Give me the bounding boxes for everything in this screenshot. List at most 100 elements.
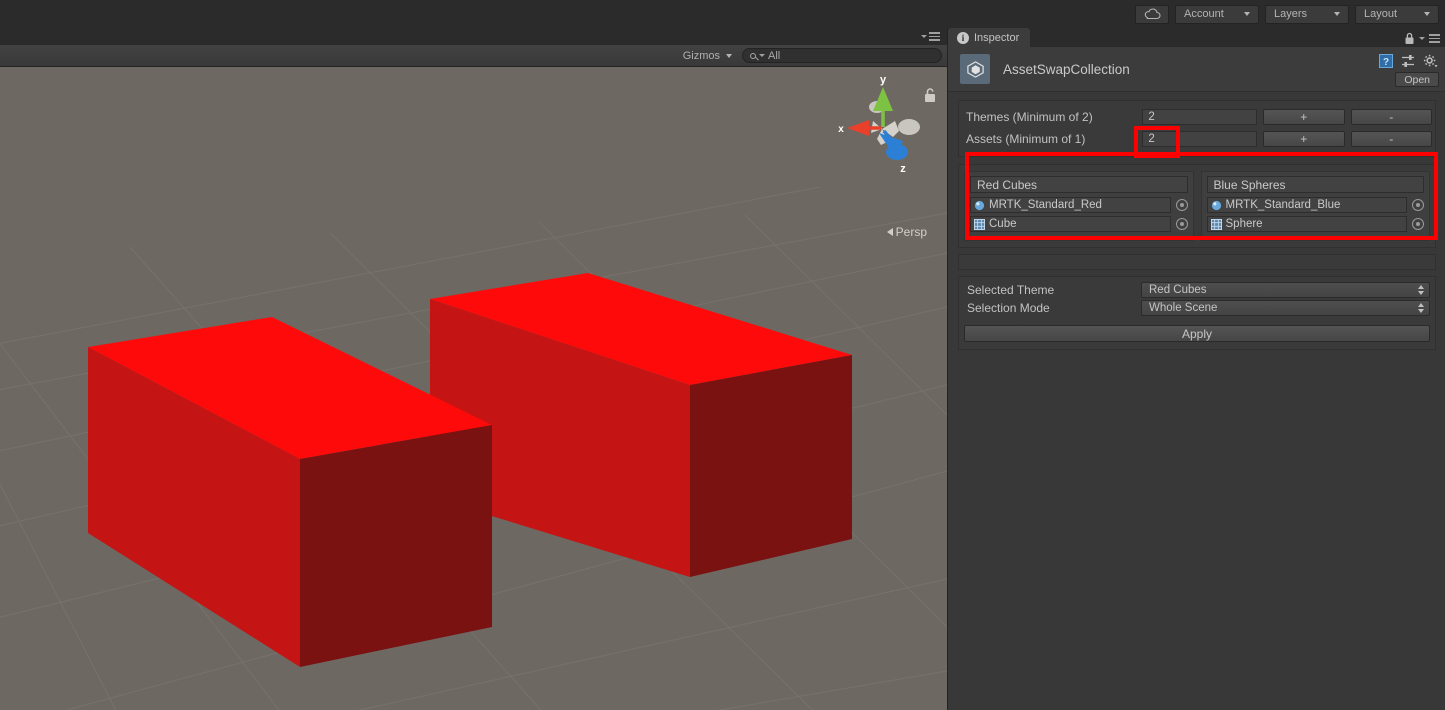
scene-orientation-gizmo[interactable]: y x z (837, 71, 927, 181)
assets-remove-button[interactable]: - (1350, 131, 1432, 147)
layout-button[interactable]: Layout (1355, 4, 1439, 24)
asset-row: Cube (970, 216, 1188, 232)
scene-view-panel: Gizmos All y x z Persp (0, 28, 947, 710)
page-title: AssetSwapCollection (1003, 61, 1130, 77)
chevron-down-icon (921, 34, 927, 38)
unity-editor-window: Account Layers Layout Gizmos All y x z P… (0, 0, 1445, 710)
gizmo-z-label: z (900, 163, 906, 175)
chevron-down-icon (1244, 12, 1250, 16)
info-icon: i (957, 31, 969, 44)
asset-object-value: MRTK_Standard_Red (989, 199, 1102, 211)
object-picker-icon[interactable] (1412, 218, 1424, 230)
assets-add-button[interactable]: + (1263, 131, 1345, 147)
asset-object-field[interactable]: MRTK_Standard_Blue (1206, 197, 1407, 213)
section-divider (958, 254, 1436, 270)
scene-viewport[interactable]: y x z Persp (0, 67, 947, 710)
scene-view-toolbar: Gizmos All (0, 45, 947, 67)
selection-mode-row: Selection Mode Whole Scene (964, 299, 1430, 317)
theme-name-input[interactable]: Red Cubes (970, 176, 1188, 193)
padlock-icon[interactable] (1404, 32, 1415, 45)
inspector-header: AssetSwapCollection ? Open (948, 47, 1445, 92)
hamburger-menu-icon[interactable] (1429, 34, 1440, 43)
chevron-down-icon (1424, 12, 1430, 16)
account-label: Account (1184, 8, 1224, 20)
asset-object-field[interactable]: Cube (970, 216, 1171, 232)
help-book-icon[interactable]: ? (1379, 54, 1393, 68)
gizmo-y-label: y (880, 74, 887, 86)
asset-object-field[interactable]: Sphere (1206, 216, 1407, 232)
material-sphere-icon (974, 200, 985, 210)
tab-inspector[interactable]: i Inspector (948, 28, 1031, 47)
chevron-down-icon (726, 53, 732, 58)
chevron-left-icon (886, 228, 893, 236)
inspector-tab-controls (1404, 32, 1440, 45)
chevron-down-icon (1334, 12, 1340, 16)
theme-column-blue-spheres: Blue Spheres MRTK_Standard_Blue Sphere (1200, 171, 1430, 241)
selection-mode-dropdown[interactable]: Whole Scene (1141, 300, 1430, 316)
themes-add-button[interactable]: + (1263, 109, 1345, 125)
themes-section: Red Cubes MRTK_Standard_Red Cube Blue Sp… (958, 164, 1436, 248)
gizmos-label: Gizmos (682, 49, 720, 62)
search-icon (750, 52, 756, 59)
settings-section: Selected Theme Red Cubes Selection Mode … (958, 276, 1436, 350)
themes-remove-button[interactable]: - (1350, 109, 1432, 125)
layers-label: Layers (1274, 8, 1308, 20)
layers-button[interactable]: Layers (1265, 4, 1349, 24)
cloud-button[interactable] (1135, 4, 1169, 24)
asset-object-value: MRTK_Standard_Blue (1225, 199, 1341, 211)
selected-theme-dropdown[interactable]: Red Cubes (1141, 282, 1430, 298)
scene-panel-menu-button[interactable] (921, 32, 940, 41)
settings-gear-icon[interactable] (1423, 54, 1438, 68)
projection-label: Persp (895, 225, 927, 239)
assets-count-input[interactable]: 2 (1142, 131, 1258, 147)
preset-icon[interactable] (1401, 54, 1415, 68)
top-toolbar: Account Layers Layout (0, 0, 1445, 28)
object-picker-icon[interactable] (1175, 218, 1188, 230)
asset-object-field[interactable]: MRTK_Standard_Red (970, 197, 1171, 213)
scene-objects (88, 273, 852, 667)
selection-mode-value: Whole Scene (1149, 302, 1218, 314)
gizmos-dropdown[interactable]: Gizmos (679, 50, 736, 62)
svg-text:?: ? (1383, 57, 1389, 68)
assets-count-row: Assets (Minimum of 1) 2 + - (962, 128, 1432, 150)
inspector-header-icons: ? (1379, 54, 1438, 68)
open-button[interactable]: Open (1395, 72, 1439, 87)
unity-scriptableobject-icon (960, 54, 990, 84)
selected-theme-label: Selected Theme (967, 283, 1055, 297)
inspector-tab-strip: i Inspector (948, 28, 1445, 47)
cloud-icon (1144, 8, 1161, 20)
selection-mode-label: Selection Mode (967, 301, 1050, 315)
chevron-down-icon (759, 54, 765, 57)
counts-section: Themes (Minimum of 2) 2 + - Assets (Mini… (958, 100, 1436, 157)
inspector-panel: i Inspector AssetSwapCollection ? Open T… (947, 28, 1445, 710)
asset-row: Sphere (1206, 216, 1424, 232)
updown-arrows-icon (1418, 303, 1424, 313)
themes-count-row: Themes (Minimum of 2) 2 + - (962, 106, 1432, 128)
asset-object-value: Sphere (1225, 218, 1263, 230)
asset-row: MRTK_Standard_Blue (1206, 197, 1424, 213)
object-picker-icon[interactable] (1175, 199, 1188, 211)
scene-search-input[interactable]: All (742, 48, 942, 63)
account-button[interactable]: Account (1175, 4, 1259, 24)
layout-label: Layout (1364, 8, 1398, 20)
cube-object-2 (430, 273, 852, 577)
apply-button[interactable]: Apply (964, 325, 1430, 342)
scene-search-value: All (768, 49, 781, 62)
scene-tab-strip (0, 28, 947, 45)
asset-object-value: Cube (989, 218, 1017, 230)
chevron-down-icon[interactable] (1419, 37, 1425, 40)
assets-count-label: Assets (Minimum of 1) (966, 132, 1086, 146)
projection-mode-toggle[interactable]: Persp (886, 225, 927, 239)
object-picker-icon[interactable] (1412, 199, 1424, 211)
inspector-tab-label: Inspector (974, 31, 1020, 44)
selected-theme-row: Selected Theme Red Cubes (964, 281, 1430, 299)
themes-count-input[interactable]: 2 (1142, 109, 1258, 125)
theme-column-red-cubes: Red Cubes MRTK_Standard_Red Cube (964, 171, 1194, 241)
updown-arrows-icon (1418, 285, 1424, 295)
selected-theme-value: Red Cubes (1149, 284, 1207, 296)
themes-count-label: Themes (Minimum of 2) (966, 110, 1093, 124)
theme-name-input[interactable]: Blue Spheres (1206, 176, 1424, 193)
hamburger-menu-icon (929, 32, 940, 41)
material-sphere-icon (1211, 200, 1221, 210)
mesh-grid-icon (974, 218, 985, 230)
